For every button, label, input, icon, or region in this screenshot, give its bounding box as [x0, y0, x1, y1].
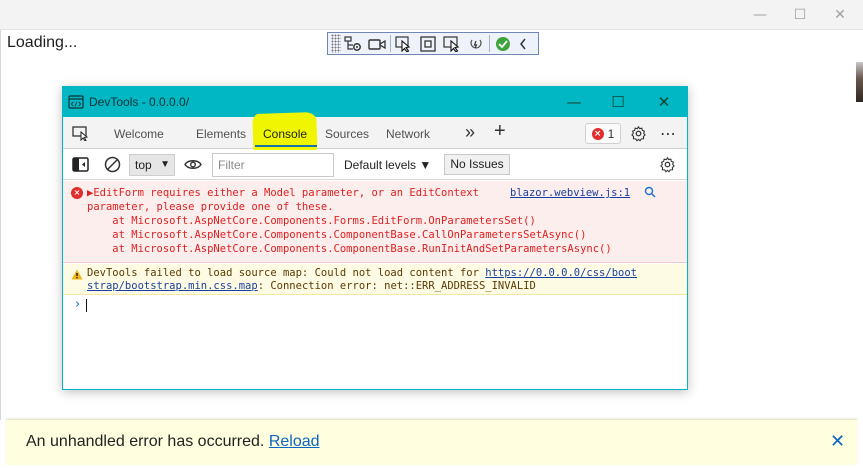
text-caret [86, 299, 87, 312]
warning-icon [71, 269, 83, 280]
hot-reload-button[interactable] [464, 33, 488, 54]
devtools-minimize-button[interactable]: — [551, 87, 597, 117]
error-count: 1 [607, 126, 615, 141]
live-tree-button[interactable] [341, 33, 365, 54]
error-source-link[interactable]: blazor.webview.js:1 [510, 186, 630, 200]
toolbar-separator [489, 35, 490, 52]
blazor-error-bar: An unhandled error has occurred. Reload … [6, 419, 857, 465]
stack-trace-line: at Microsoft.AspNetCore.Components.Forms… [87, 215, 536, 227]
check-circle-icon [496, 36, 510, 51]
tree-gear-icon [344, 35, 361, 51]
error-message-line: parameter, please provide one of these. [87, 201, 334, 213]
console-error-message: × ▶EditForm requires either a Model para… [63, 181, 687, 263]
error-message-line[interactable]: ▶EditForm requires either a Model parame… [87, 186, 479, 200]
more-options-button[interactable]: ⋯ [660, 124, 676, 143]
record-button[interactable] [365, 33, 389, 54]
more-tabs-button[interactable]: » [465, 122, 475, 143]
device-toggle-icon[interactable] [72, 126, 90, 141]
dropdown-arrow-icon: ▼ [160, 159, 170, 170]
devtools-title: DevTools - 0.0.0.0/ [89, 95, 190, 109]
live-expression-eye-icon[interactable] [184, 158, 202, 171]
devtools-tab-bar: Welcome Elements Console Sources Network… [63, 111, 687, 161]
select-element-button[interactable] [392, 33, 416, 54]
outer-close-button[interactable]: ✕ [822, 0, 858, 30]
error-icon: × [71, 187, 83, 199]
loading-text: Loading... [7, 34, 78, 51]
track-focus-icon [443, 35, 460, 52]
tab-welcome[interactable]: Welcome [114, 127, 164, 141]
status-ok-button[interactable] [491, 33, 515, 54]
sidebar-toggle-icon[interactable] [72, 157, 89, 172]
tab-sources[interactable]: Sources [325, 127, 369, 141]
toolbar-separator [390, 35, 391, 52]
context-value: top [135, 158, 152, 172]
devtools-maximize-button[interactable]: ☐ [595, 87, 641, 117]
source-map-link[interactable]: strap/bootstrap.min.css.map [87, 280, 258, 292]
console-warning-message: DevTools failed to load source map: Coul… [63, 264, 687, 295]
settings-gear-icon[interactable] [630, 125, 647, 142]
log-levels-dropdown[interactable]: Default levels ▼ [344, 158, 431, 172]
tab-elements[interactable]: Elements [196, 127, 246, 141]
error-bar-text: An unhandled error has occurred. Reload [26, 433, 320, 451]
devtools-window: DevTools - 0.0.0.0/ — ☐ ✕ Welcome Elemen… [62, 86, 688, 390]
outer-window-border [0, 30, 8, 420]
error-bar-message: An unhandled error has occurred. [26, 433, 265, 450]
stack-trace-line: at Microsoft.AspNetCore.Components.Compo… [87, 243, 612, 255]
select-cursor-icon [395, 35, 411, 52]
warning-text: strap/bootstrap.min.css.map: Connection … [87, 280, 536, 292]
warning-text: DevTools failed to load source map: Coul… [87, 267, 637, 279]
app-window: — ☐ ✕ Loading... DevTools - 0.0.0.0/ — ☐… [0, 0, 863, 468]
filter-input[interactable] [212, 153, 334, 177]
context-selector[interactable]: top ▼ [129, 154, 175, 176]
track-focus-button[interactable] [440, 33, 464, 54]
outer-minimize-button[interactable]: — [742, 0, 778, 30]
background-window-sliver [856, 62, 863, 102]
display-adorners-button[interactable] [416, 33, 440, 54]
devtools-titlebar: DevTools - 0.0.0.0/ — ☐ ✕ [63, 87, 687, 117]
active-tab-indicator [255, 145, 317, 147]
add-tab-button[interactable]: + [494, 120, 506, 143]
search-icon[interactable] [644, 186, 656, 198]
tab-network[interactable]: Network [386, 127, 430, 141]
adorner-box-icon [420, 35, 436, 52]
outer-titlebar: — ☐ ✕ [0, 0, 863, 30]
dismiss-error-button[interactable]: ✕ [830, 431, 845, 452]
chevron-left-icon [520, 38, 526, 49]
stack-trace-line: at Microsoft.AspNetCore.Components.Compo… [87, 229, 587, 241]
inspect-toolbar [327, 32, 539, 55]
outer-maximize-button[interactable]: ☐ [782, 0, 818, 30]
collapse-toolbar-button[interactable] [515, 33, 531, 54]
devtools-app-icon [68, 95, 84, 109]
error-count-badge[interactable]: × 1 [585, 123, 621, 144]
reload-link[interactable]: Reload [269, 433, 320, 450]
issues-button[interactable]: No Issues [444, 154, 510, 175]
prompt-chevron-icon: › [75, 297, 81, 312]
hot-reload-icon [470, 39, 482, 49]
clear-console-icon[interactable] [104, 156, 121, 173]
console-settings-gear-icon[interactable] [659, 156, 676, 173]
video-camera-icon [368, 38, 386, 50]
devtools-close-button[interactable]: ✕ [641, 87, 687, 117]
console-prompt[interactable]: › [63, 296, 687, 314]
source-map-link[interactable]: https://0.0.0.0/css/boot [485, 267, 637, 279]
toolbar-grip-icon[interactable] [331, 34, 341, 53]
tab-console[interactable]: Console [263, 127, 307, 141]
console-toolbar: top ▼ Default levels ▼ No Issues [63, 150, 687, 180]
error-icon: × [591, 127, 604, 140]
